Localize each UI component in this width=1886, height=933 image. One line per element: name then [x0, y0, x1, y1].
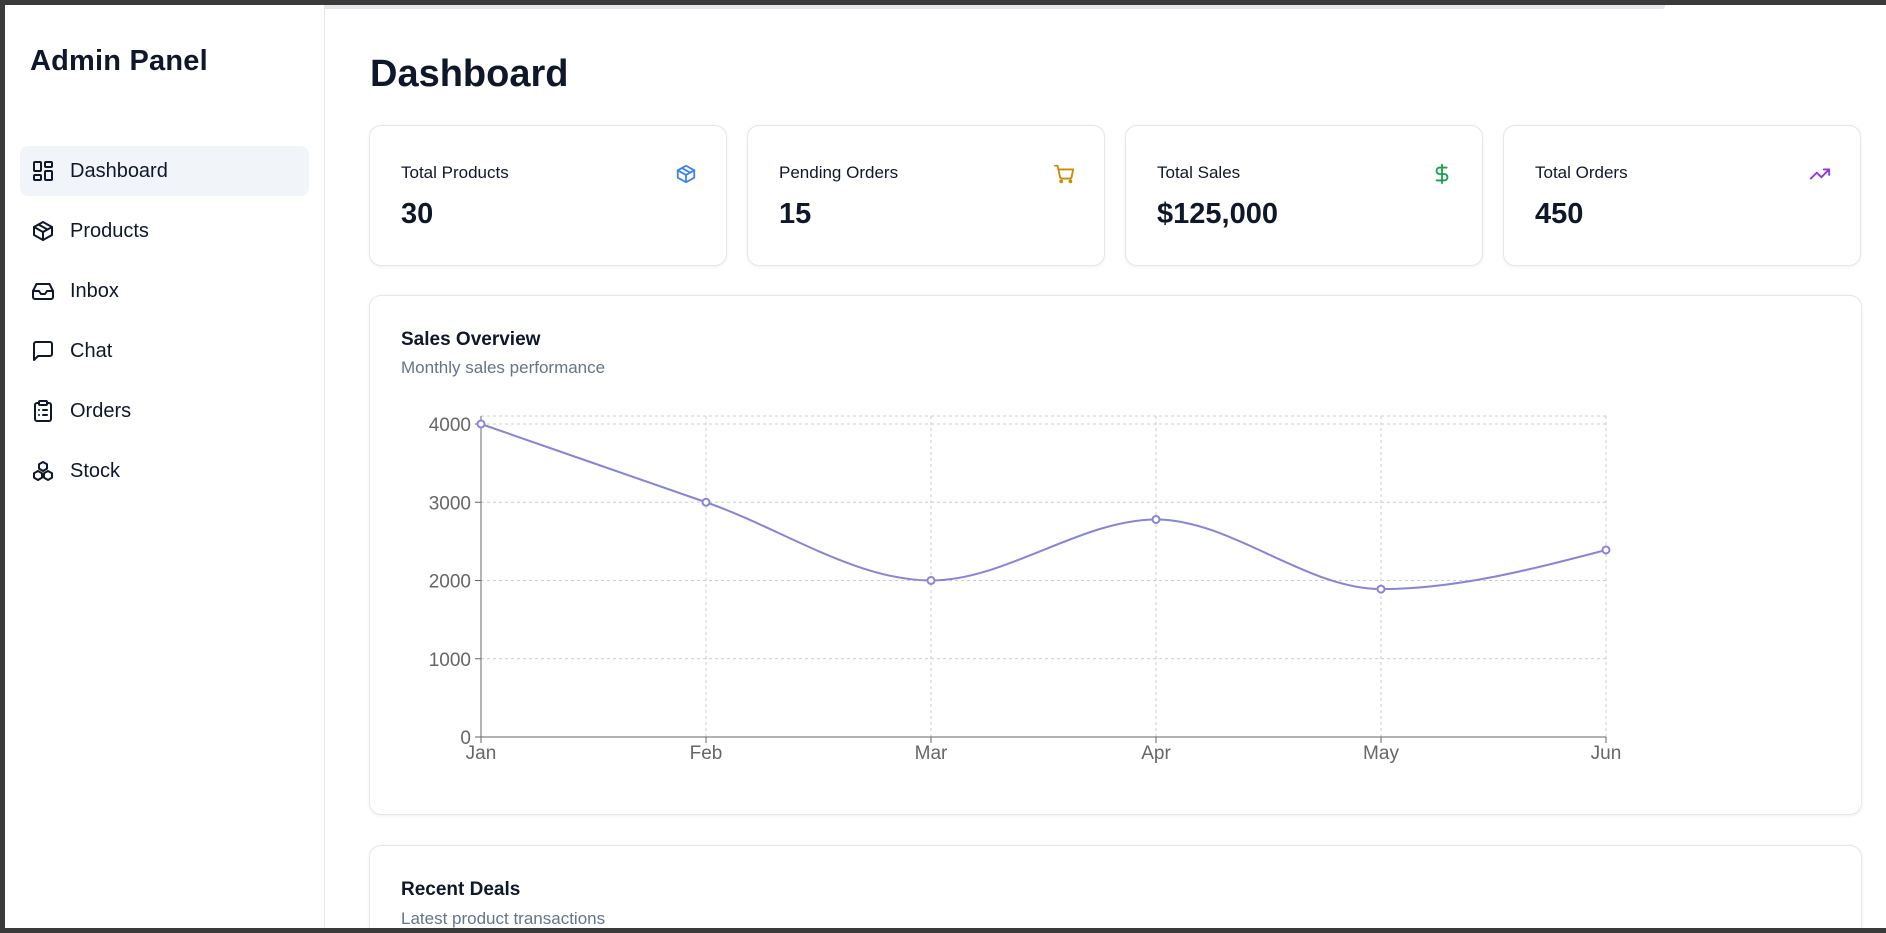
stat-card-total-products: Total Products 30	[369, 125, 727, 266]
stat-value: 30	[401, 198, 434, 230]
stat-value: $125,000	[1157, 198, 1278, 230]
brand-title: Admin Panel	[30, 45, 208, 77]
sidebar-item-orders[interactable]: Orders	[20, 386, 309, 436]
stat-card-pending-orders: Pending Orders 15	[747, 125, 1105, 266]
main-content: Dashboard Total Products 30 Pending Orde…	[325, 5, 1886, 928]
y-tick-label: 3000	[429, 493, 471, 514]
data-point	[926, 576, 936, 585]
message-square-icon	[30, 339, 55, 364]
layout-dashboard-icon	[30, 159, 55, 184]
x-tick-label: Mar	[915, 743, 948, 764]
data-point	[1601, 545, 1611, 555]
x-tick-label: Jun	[1591, 743, 1622, 764]
sidebar-item-label: Stock	[70, 459, 121, 482]
sidebar-item-inbox[interactable]: Inbox	[20, 266, 309, 316]
sales-line-chart: 01000200030004000Jan Feb Mar Apr May Jun	[429, 415, 1622, 764]
stat-card-total-orders: Total Orders 450	[1503, 125, 1861, 266]
x-tick-label: Feb	[690, 743, 723, 764]
stat-label: Total Sales	[1157, 163, 1241, 182]
sidebar-item-label: Inbox	[70, 279, 119, 302]
sidebar: Admin Panel Dashboard Products Inbox Cha…	[5, 5, 325, 928]
stat-label: Total Products	[401, 163, 509, 182]
boxes-icon	[30, 459, 55, 484]
recent-deals-card: Recent Deals Latest product transactions	[369, 845, 1862, 928]
dollar-sign-icon	[1431, 163, 1453, 185]
x-tick-label: Jan	[466, 743, 497, 764]
package-icon	[30, 219, 55, 244]
y-tick-label: 4000	[429, 415, 471, 436]
app-window: Admin Panel Dashboard Products Inbox Cha…	[5, 5, 1886, 928]
stat-value: 15	[779, 198, 812, 230]
sidebar-item-stock[interactable]: Stock	[20, 446, 309, 496]
stat-card-total-sales: Total Sales $125,000	[1125, 125, 1483, 266]
clipboard-list-icon	[30, 399, 55, 424]
sidebar-item-label: Orders	[70, 399, 132, 422]
x-tick-label: Apr	[1141, 743, 1171, 764]
sidebar-item-dashboard[interactable]: Dashboard	[20, 146, 309, 196]
sidebar-item-label: Chat	[70, 339, 113, 362]
sidebar-item-products[interactable]: Products	[20, 206, 309, 256]
trending-up-icon	[1809, 163, 1831, 185]
package-icon	[675, 163, 697, 185]
series-line	[480, 423, 1607, 591]
stat-label: Total Orders	[1535, 163, 1628, 182]
y-tick-label: 2000	[429, 572, 471, 593]
data-point	[476, 419, 486, 429]
sidebar-item-label: Products	[70, 219, 149, 242]
x-tick-label: May	[1363, 743, 1399, 764]
shopping-cart-icon	[1053, 163, 1075, 185]
data-point	[701, 497, 711, 507]
page-title: Dashboard	[370, 53, 569, 95]
inbox-icon	[30, 279, 55, 304]
stat-label: Pending Orders	[779, 163, 899, 182]
recent-deals-subtitle: Latest product transactions	[401, 909, 606, 928]
sidebar-item-label: Dashboard	[70, 159, 168, 182]
sales-overview-card: Sales Overview Monthly sales performance…	[369, 295, 1862, 815]
y-tick-label: 1000	[429, 650, 471, 671]
sidebar-item-chat[interactable]: Chat	[20, 326, 309, 376]
data-point	[1376, 584, 1386, 594]
data-point	[1151, 514, 1161, 524]
stat-value: 450	[1535, 198, 1584, 230]
sidebar-nav: Dashboard Products Inbox Chat Orders Sto…	[20, 146, 309, 506]
recent-deals-title: Recent Deals	[401, 879, 521, 900]
